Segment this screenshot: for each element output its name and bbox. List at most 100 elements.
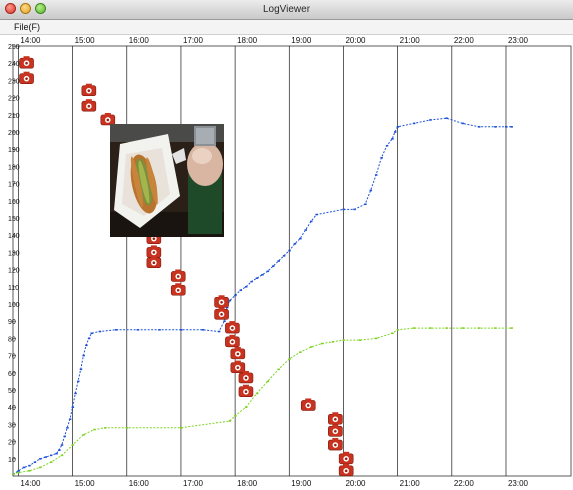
camera-icon[interactable] — [230, 360, 246, 373]
camera-icon[interactable] — [19, 71, 34, 84]
blue-series-point — [293, 243, 297, 245]
green-series-point — [104, 427, 107, 429]
x-tick-label-bottom: 20:00 — [345, 479, 366, 488]
y-tick-label: 120 — [8, 268, 20, 275]
camera-icon[interactable] — [170, 283, 186, 296]
blue-series-point — [393, 131, 397, 133]
x-tick-label-bottom: 16:00 — [129, 479, 150, 488]
camera-icon[interactable] — [81, 83, 97, 97]
blue-series-point — [315, 213, 318, 216]
y-tick-label: 100 — [8, 302, 20, 309]
y-tick-label: 110 — [8, 285, 19, 292]
camera-icon[interactable] — [338, 451, 354, 465]
camera-icon[interactable] — [81, 99, 97, 112]
camera-icon[interactable] — [300, 398, 316, 411]
blue-series-point — [385, 144, 389, 147]
y-tick-label: 20 — [8, 440, 16, 447]
x-tick-label-bottom: 14:00 — [20, 479, 41, 488]
camera-icon[interactable] — [328, 438, 343, 451]
camera-icon[interactable] — [328, 412, 343, 425]
blue-series-point — [71, 406, 75, 408]
y-tick-label: 180 — [8, 164, 20, 171]
x-tick-label-top: 16:00 — [129, 36, 150, 45]
camera-icon[interactable] — [238, 384, 254, 398]
blue-series-point — [74, 392, 77, 395]
camera-icon[interactable] — [146, 255, 162, 269]
blue-series-point — [364, 203, 367, 206]
blue-series-point — [228, 299, 232, 302]
camera-icon[interactable] — [225, 334, 240, 348]
blue-series-point — [288, 249, 291, 252]
camera-icon[interactable] — [225, 321, 240, 334]
blue-series-point — [244, 286, 248, 288]
blue-series-point — [309, 220, 313, 223]
blue-series-point — [510, 126, 513, 128]
green-series-point — [39, 466, 42, 469]
y-tick-label: 200 — [8, 130, 20, 137]
green-series-point — [12, 473, 15, 476]
blue-series-point — [282, 255, 286, 257]
camera-icon[interactable] — [328, 424, 343, 437]
blue-series-point — [234, 294, 237, 297]
blue-series-point — [255, 277, 259, 279]
blue-series-point — [250, 280, 253, 283]
green-series-point — [331, 341, 335, 343]
green-series-point — [60, 454, 64, 457]
green-series-point — [429, 327, 432, 329]
green-series-point — [391, 332, 394, 335]
green-series-point — [71, 444, 75, 446]
y-tick-label: 70 — [8, 354, 16, 361]
y-tick-label: 140 — [8, 233, 20, 240]
x-tick-label-top: 14:00 — [20, 36, 41, 45]
blue-series-point — [299, 237, 302, 240]
camera-icon[interactable] — [214, 307, 229, 320]
y-tick-label: 30 — [8, 422, 16, 429]
green-series-point — [412, 327, 416, 329]
green-series-point — [342, 339, 345, 341]
camera-icon[interactable] — [19, 56, 34, 69]
y-tick-label: 90 — [8, 319, 16, 326]
app-window: LogViewer File(F) 14:00 14:00 15:00 15:00 16… — [0, 0, 573, 490]
y-tick-label: 170 — [8, 182, 20, 189]
x-tick-label-bottom: 19:00 — [291, 479, 312, 488]
green-series-point — [445, 327, 448, 329]
blue-series-point — [369, 189, 373, 192]
blue-series-point — [272, 265, 275, 267]
y-tick-label: 230 — [8, 78, 20, 85]
camera-icon[interactable] — [146, 245, 162, 258]
blue-series-point — [353, 208, 356, 211]
green-series-point — [125, 427, 129, 429]
camera-icon[interactable] — [338, 463, 354, 477]
blue-series-point — [277, 260, 280, 262]
green-series-point — [234, 415, 237, 417]
blue-series-point — [87, 337, 91, 340]
camera-icon[interactable] — [170, 269, 186, 282]
y-tick-label: 240 — [8, 61, 20, 68]
blue-series-point — [158, 329, 161, 331]
blue-series-point — [90, 332, 94, 335]
blue-series-point — [17, 470, 20, 472]
camera-icon[interactable] — [214, 295, 229, 308]
green-series-point — [309, 346, 313, 348]
y-tick-label: 40 — [8, 405, 16, 412]
camera-icon[interactable] — [238, 370, 254, 384]
blue-series-point — [342, 208, 345, 211]
green-series-point — [494, 327, 497, 329]
blue-series-point — [304, 229, 308, 231]
x-tick-label-top: 21:00 — [400, 36, 421, 45]
green-series-point — [244, 406, 248, 408]
green-series-point — [320, 342, 324, 345]
green-series-point — [49, 461, 53, 464]
y-tick-label: 220 — [8, 96, 20, 103]
green-series-point — [396, 329, 400, 331]
blue-series-point — [58, 449, 61, 451]
camera-icon[interactable] — [230, 346, 246, 360]
y-tick-label: 150 — [8, 216, 20, 223]
green-series-point — [17, 471, 20, 474]
x-tick-label-bottom: 21:00 — [400, 479, 421, 488]
blue-series-point — [66, 427, 69, 429]
x-tick-label-bottom: 17:00 — [183, 479, 204, 488]
green-series-point — [82, 433, 85, 436]
x-tick-label-bottom: 22:00 — [454, 479, 475, 488]
blue-series-point — [391, 138, 394, 140]
